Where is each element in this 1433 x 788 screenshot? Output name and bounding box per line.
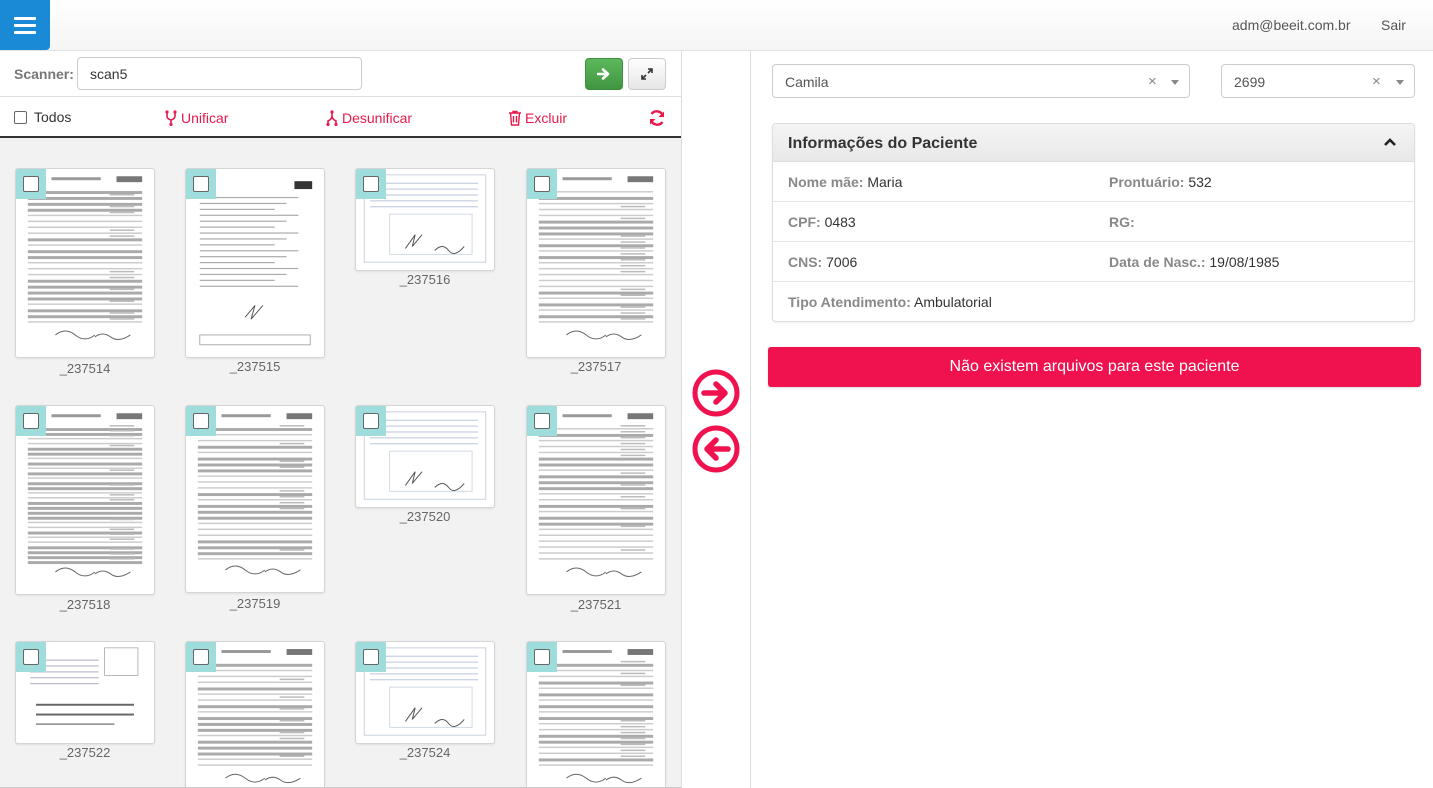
scanner-toolbar: Scanner: bbox=[0, 51, 682, 97]
move-right-circle-icon[interactable] bbox=[692, 369, 740, 417]
document-thumbnail[interactable] bbox=[526, 405, 666, 595]
patient-id-select[interactable]: 2699 × bbox=[1221, 64, 1415, 98]
document-caption: _237518 bbox=[15, 597, 155, 612]
birth-date-field: Data de Nasc.: 19/08/1985 bbox=[1109, 254, 1279, 270]
document-caption: _237515 bbox=[185, 359, 325, 374]
patient-info-title: Informações do Paciente bbox=[788, 135, 977, 153]
document-thumbnail[interactable] bbox=[355, 168, 495, 271]
delete-button[interactable]: Excluir bbox=[508, 110, 567, 126]
document-checkbox[interactable] bbox=[363, 176, 379, 192]
hamburger-menu-button[interactable] bbox=[0, 0, 50, 50]
menu-icon-bar bbox=[14, 24, 36, 27]
document-checkbox[interactable] bbox=[23, 413, 39, 429]
chevron-down-icon[interactable] bbox=[1396, 80, 1404, 85]
delete-label: Excluir bbox=[525, 110, 567, 126]
mother-name-field: Nome mãe: Maria bbox=[788, 174, 902, 190]
document-checkbox[interactable] bbox=[534, 649, 550, 665]
fullscreen-button[interactable] bbox=[628, 58, 666, 90]
document-thumbnail[interactable] bbox=[185, 168, 325, 358]
menu-icon-bar bbox=[14, 31, 36, 34]
patient-name-select[interactable]: Camila × bbox=[772, 64, 1190, 98]
arrow-right-icon bbox=[597, 67, 611, 81]
document-thumbnail[interactable] bbox=[185, 641, 325, 788]
menu-icon-bar bbox=[14, 17, 36, 20]
document-thumbnail[interactable] bbox=[355, 405, 495, 508]
info-row: CPF: 0483 RG: bbox=[773, 202, 1414, 242]
document-caption: _237521 bbox=[526, 597, 666, 612]
document-actions-bar: Todos Unificar Desunificar Excluir bbox=[0, 97, 682, 138]
merge-icon bbox=[164, 110, 178, 126]
document-checkbox[interactable] bbox=[534, 176, 550, 192]
document-checkbox[interactable] bbox=[534, 413, 550, 429]
document-caption: _237522 bbox=[15, 745, 155, 760]
document-thumbnail[interactable] bbox=[15, 641, 155, 744]
chevron-down-icon[interactable] bbox=[1171, 80, 1179, 85]
patient-info-panel: Informações do Paciente Nome mãe: Maria … bbox=[772, 123, 1415, 322]
info-row: Tipo Atendimento: Ambulatorial bbox=[773, 282, 1414, 322]
document-thumbnail[interactable] bbox=[185, 405, 325, 593]
document-caption: _237519 bbox=[185, 596, 325, 611]
document-caption: _237514 bbox=[15, 361, 155, 376]
select-all-label: Todos bbox=[34, 109, 71, 125]
document-checkbox[interactable] bbox=[363, 649, 379, 665]
document-thumbnail[interactable] bbox=[355, 641, 495, 744]
ununify-label: Desunificar bbox=[342, 110, 412, 126]
trash-icon bbox=[508, 110, 522, 126]
rg-field: RG: bbox=[1109, 214, 1135, 230]
chevron-up-icon[interactable] bbox=[1383, 137, 1397, 147]
document-checkbox[interactable] bbox=[23, 176, 39, 192]
patient-info-header[interactable]: Informações do Paciente bbox=[773, 124, 1414, 162]
document-thumbnail[interactable] bbox=[526, 641, 666, 788]
document-caption: _237517 bbox=[526, 359, 666, 374]
record-number-field: Prontuário: 532 bbox=[1109, 174, 1212, 190]
no-files-alert: Não existem arquivos para este paciente bbox=[768, 347, 1421, 387]
split-icon bbox=[325, 110, 339, 126]
document-caption: _237516 bbox=[355, 272, 495, 287]
patient-panel: Camila × 2699 × Informações do Paciente … bbox=[750, 51, 1433, 788]
document-checkbox[interactable] bbox=[193, 649, 209, 665]
top-navbar: adm@beeit.com.br Sair bbox=[0, 0, 1433, 51]
document-thumbnail[interactable] bbox=[15, 405, 155, 595]
document-checkbox[interactable] bbox=[23, 649, 39, 665]
unify-label: Unificar bbox=[181, 110, 228, 126]
document-thumbnail[interactable] bbox=[15, 168, 155, 358]
clear-icon[interactable]: × bbox=[1372, 73, 1381, 90]
document-caption: _237524 bbox=[355, 745, 495, 760]
cns-field: CNS: 7006 bbox=[788, 254, 857, 270]
move-left-circle-icon[interactable] bbox=[692, 425, 740, 473]
patient-id-value: 2699 bbox=[1234, 74, 1265, 90]
unify-button[interactable]: Unificar bbox=[164, 110, 228, 126]
user-email-link[interactable]: adm@beeit.com.br bbox=[1232, 17, 1350, 33]
scanner-input[interactable] bbox=[77, 57, 362, 90]
expand-icon bbox=[640, 67, 654, 81]
document-checkbox[interactable] bbox=[193, 176, 209, 192]
info-row: Nome mãe: Maria Prontuário: 532 bbox=[773, 162, 1414, 202]
ununify-button[interactable]: Desunificar bbox=[325, 110, 412, 126]
select-all-checkbox[interactable] bbox=[14, 111, 27, 124]
scanned-documents-panel: Scanner: Todos Unificar bbox=[0, 51, 682, 788]
document-thumbnail[interactable] bbox=[526, 168, 666, 358]
document-checkbox[interactable] bbox=[193, 413, 209, 429]
patient-name-value: Camila bbox=[785, 74, 829, 90]
document-checkbox[interactable] bbox=[363, 413, 379, 429]
logout-link[interactable]: Sair bbox=[1381, 17, 1406, 33]
cpf-field: CPF: 0483 bbox=[788, 214, 856, 230]
load-scanner-button[interactable] bbox=[585, 58, 623, 90]
care-type-field: Tipo Atendimento: Ambulatorial bbox=[788, 294, 992, 310]
refresh-icon[interactable] bbox=[648, 109, 666, 127]
clear-icon[interactable]: × bbox=[1148, 73, 1157, 90]
info-row: CNS: 7006 Data de Nasc.: 19/08/1985 bbox=[773, 242, 1414, 282]
document-caption: _237520 bbox=[355, 509, 495, 524]
scanner-label: Scanner: bbox=[14, 66, 74, 82]
